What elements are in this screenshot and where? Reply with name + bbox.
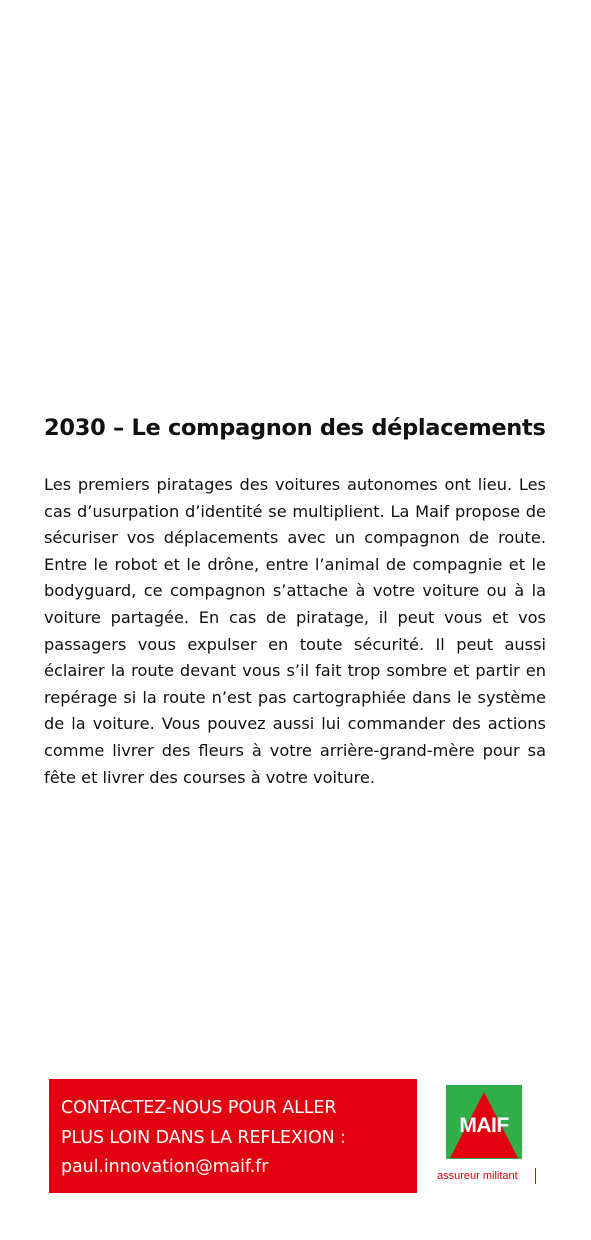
tagline-divider [535, 1168, 536, 1184]
brand-tagline: assureur militant [437, 1170, 518, 1182]
maif-logo: MAIF [446, 1085, 522, 1159]
contact-email[interactable]: paul.innovation@maif.fr [61, 1153, 407, 1183]
logo-wordmark: MAIF [459, 1114, 509, 1137]
contact-line-1: CONTACTEZ-NOUS POUR ALLER [61, 1098, 337, 1118]
contact-line-2: PLUS LOIN DANS LA REFLEXION : [61, 1127, 346, 1148]
article-title: 2030 – Le compagnon des déplacements [44, 415, 546, 441]
contact-banner: CONTACTEZ-NOUS POUR ALLER PLUS LOIN DANS… [49, 1079, 417, 1193]
article-body: Les premiers piratages des voitures auto… [44, 475, 546, 787]
